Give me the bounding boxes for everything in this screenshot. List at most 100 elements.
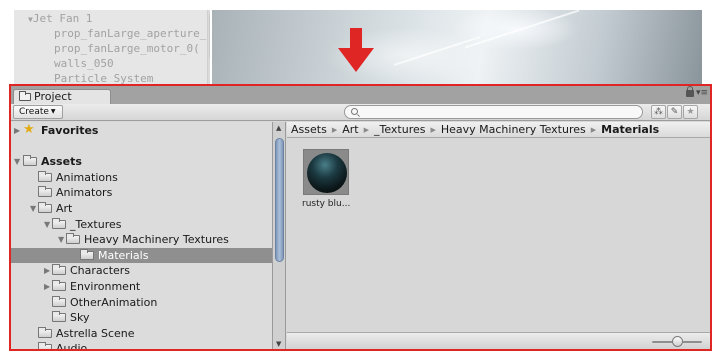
- search-by-type-icon: ⁂: [654, 107, 663, 117]
- folder-tree: ▶ ★ Favorites ▼ Assets Animations Animators ▼ Ar…: [11, 122, 273, 349]
- breadcrumb: Assets ▶ Art ▶ _Textures ▶ Heavy Machinery Tex…: [287, 122, 710, 138]
- tab-project[interactable]: Project: [13, 89, 111, 105]
- tab-menu-icon[interactable]: ▾≡: [696, 88, 708, 98]
- breadcrumb-item[interactable]: Materials: [601, 123, 659, 136]
- tree-item-audio[interactable]: Audio: [11, 341, 272, 349]
- tree-item-characters[interactable]: ▶ Characters: [11, 263, 272, 278]
- tree-item-environment[interactable]: ▶ Environment: [11, 279, 272, 294]
- scene-light-streak: [464, 10, 580, 49]
- hierarchy-item[interactable]: walls_050: [54, 57, 114, 70]
- tree-item-label: Astrella Scene: [56, 326, 135, 340]
- hierarchy-scrollbar[interactable]: ▼: [207, 10, 210, 86]
- tree-scrollbar[interactable]: ▲ ▼: [273, 122, 286, 349]
- chevron-down-icon[interactable]: ▼: [14, 154, 20, 169]
- page-bottom-margin: [0, 351, 713, 358]
- folder-icon: [38, 170, 52, 182]
- hierarchy-item-label: Jet Fan 1: [32, 12, 93, 25]
- asset-item-label: rusty blu...: [302, 199, 351, 209]
- breadcrumb-item[interactable]: _Textures: [374, 123, 426, 136]
- scroll-down-arrow-icon[interactable]: ▼: [276, 340, 281, 348]
- star-icon: ★: [23, 122, 35, 137]
- create-button[interactable]: Create ▼: [13, 105, 63, 119]
- tree-item-animations[interactable]: Animations: [11, 170, 272, 185]
- tree-item-label: Characters: [70, 264, 131, 278]
- breadcrumb-separator-icon: ▶: [331, 126, 338, 134]
- scene-light-streak: [393, 36, 481, 66]
- folder-icon: [80, 248, 94, 260]
- filter-by-label-button[interactable]: ✎: [667, 105, 682, 119]
- chevron-right-icon[interactable]: ▶: [14, 123, 20, 138]
- tree-item-label: _Textures: [70, 217, 122, 231]
- folder-icon: [52, 264, 66, 276]
- folder-icon: [66, 233, 80, 245]
- tree-item-astrella-scene[interactable]: Astrella Scene: [11, 326, 272, 341]
- chevron-down-icon[interactable]: ▼: [58, 232, 64, 247]
- tree-item-sky[interactable]: Sky: [11, 310, 272, 325]
- create-button-label: Create: [19, 107, 49, 117]
- tree-item-favorites[interactable]: ▶ ★ Favorites: [11, 122, 272, 138]
- tree-item-label: Animations: [56, 170, 118, 184]
- tree-item-label: Heavy Machinery Textures: [84, 233, 229, 247]
- red-arrow-annotation-icon: [338, 28, 374, 72]
- hierarchy-item[interactable]: prop_fanLarge_motor_0(: [54, 42, 200, 55]
- search-input[interactable]: [344, 105, 643, 119]
- search-icon: [351, 108, 358, 115]
- folder-icon: [23, 155, 37, 167]
- zoom-slider-thumb[interactable]: [672, 336, 683, 347]
- hierarchy-scroll-thumb[interactable]: [209, 12, 210, 60]
- breadcrumb-separator-icon: ▶: [590, 126, 597, 134]
- project-folder-icon: [19, 91, 31, 101]
- folder-icon: [38, 202, 52, 213]
- tree-item-animators[interactable]: Animators: [11, 185, 272, 200]
- material-preview-thumbnail: [303, 149, 349, 195]
- breadcrumb-item[interactable]: Assets: [291, 123, 327, 136]
- breadcrumb-item[interactable]: Heavy Machinery Textures: [441, 123, 586, 136]
- tree-scroll-thumb[interactable]: [275, 138, 284, 262]
- tree-item-heavy-machinery-textures[interactable]: ▼ Heavy Machinery Textures: [11, 232, 272, 247]
- tree-item-label: Assets: [41, 155, 82, 169]
- status-bar: [287, 332, 710, 349]
- breadcrumb-item[interactable]: Art: [342, 123, 358, 136]
- hierarchy-panel: ▼Jet Fan 1 prop_fanLarge_aperture_ prop_fa…: [14, 10, 210, 86]
- tree-item-textures[interactable]: ▼ _Textures: [11, 217, 272, 232]
- filter-by-type-button[interactable]: ⁂: [651, 105, 666, 119]
- breadcrumb-separator-icon: ▶: [430, 126, 436, 134]
- folder-icon: [38, 186, 52, 198]
- chevron-down-icon[interactable]: ▼: [30, 201, 36, 216]
- tree-item-label: OtherAnimation: [70, 295, 158, 309]
- folder-icon: [52, 280, 66, 291]
- hierarchy-item-label: walls_050: [54, 57, 114, 70]
- material-sphere-icon: [307, 153, 347, 193]
- hierarchy-item[interactable]: ▼Jet Fan 1: [28, 12, 92, 25]
- lock-icon[interactable]: [686, 86, 694, 97]
- hierarchy-item-label: prop_fanLarge_motor_0(: [54, 42, 200, 55]
- breadcrumb-separator-icon: ▶: [363, 126, 369, 134]
- chevron-down-icon[interactable]: ▼: [44, 217, 50, 232]
- hierarchy-item-label: prop_fanLarge_aperture_: [54, 27, 207, 40]
- folder-icon: [52, 295, 66, 307]
- scene-view[interactable]: [212, 10, 702, 86]
- tree-item-assets[interactable]: ▼ Assets: [11, 154, 272, 169]
- chevron-right-icon[interactable]: ▶: [44, 263, 50, 278]
- tree-item-label: Favorites: [41, 124, 99, 137]
- project-toolbar: Create ▼ ⁂ ✎ ★: [11, 104, 710, 121]
- tree-item-materials[interactable]: Materials: [11, 247, 272, 263]
- assets-grid: rusty blu...: [287, 139, 710, 332]
- chevron-down-icon: ▼: [50, 108, 56, 115]
- tree-item-label: Animators: [56, 186, 113, 200]
- search-by-label-icon: ✎: [670, 107, 679, 117]
- tree-item-art[interactable]: ▼ Art: [11, 201, 272, 216]
- scroll-up-arrow-icon[interactable]: ▲: [276, 124, 281, 132]
- star-icon: ★: [686, 107, 695, 117]
- tree-item-label: Environment: [70, 280, 141, 293]
- folder-icon: [52, 311, 66, 323]
- asset-item[interactable]: rusty blu...: [302, 149, 360, 219]
- hierarchy-item[interactable]: prop_fanLarge_aperture_: [54, 27, 206, 40]
- tab-project-label: Project: [34, 90, 72, 103]
- folder-icon: [38, 342, 52, 349]
- folder-icon: [38, 326, 52, 338]
- tree-item-otheranimation[interactable]: OtherAnimation: [11, 295, 272, 310]
- chevron-right-icon[interactable]: ▶: [44, 279, 50, 294]
- save-search-favorite-button[interactable]: ★: [683, 105, 698, 119]
